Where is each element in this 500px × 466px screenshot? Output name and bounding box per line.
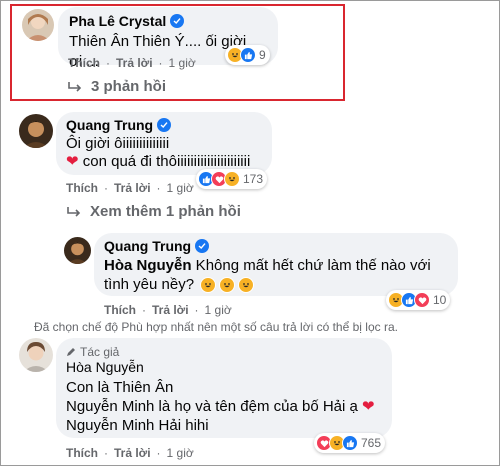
view-more-replies-link[interactable]: Xem thêm 1 phản hồi — [66, 203, 241, 220]
comment-text-line: Con là Thiên Ân — [66, 379, 174, 396]
reaction-count: 9 — [259, 48, 266, 62]
replies-count-label[interactable]: 3 phản hồi — [91, 78, 166, 95]
separator-dot: · — [158, 56, 163, 70]
commenter-name-text[interactable]: Hòa Nguyễn — [66, 359, 144, 375]
like-button[interactable]: Thích — [104, 303, 136, 317]
commenter-name[interactable]: Hòa Nguyễn — [66, 359, 144, 375]
commenter-name-text[interactable]: Pha Lê Crystal — [69, 13, 166, 29]
separator-dot: · — [194, 303, 199, 317]
reaction-summary[interactable]: 173 — [196, 169, 268, 189]
separator-dot: · — [106, 56, 110, 70]
commenter-name[interactable]: Quang Trung — [104, 238, 210, 254]
reaction-summary[interactable]: 9 — [225, 45, 270, 65]
reaction-summary[interactable]: 10 — [386, 290, 451, 310]
timestamp[interactable]: 1 giờ — [169, 56, 196, 70]
comment-text-line: Hòa Nguyễn Không mất hết chứ làm thế nào… — [104, 256, 431, 276]
like-reaction-icon — [240, 47, 256, 63]
timestamp[interactable]: 1 giờ — [167, 446, 194, 460]
comment-text-line2: tình yêu nềy? — [104, 276, 195, 293]
commenter-name[interactable]: Quang Trung — [66, 117, 172, 133]
commenter-name-text[interactable]: Quang Trung — [104, 238, 191, 254]
separator-dot: · — [156, 446, 161, 460]
reaction-summary[interactable]: 765 — [314, 433, 386, 453]
separator-dot: · — [104, 446, 108, 460]
comment-text-line: Nguyễn Minh là họ và tên đệm của bố Hải … — [66, 397, 375, 417]
comment-text-line2: con quá đi thôiiiiiiiiiiiiiiiiiiiiii — [82, 153, 251, 170]
love-reaction-icon — [414, 292, 430, 308]
avatar[interactable] — [19, 338, 53, 372]
timestamp[interactable]: 1 giờ — [167, 181, 194, 195]
reaction-count: 10 — [433, 293, 447, 307]
pen-icon — [67, 348, 75, 356]
verified-badge-icon — [170, 14, 185, 28]
comment-bubble: Quang Trung Hòa Nguyễn Không mất hết chứ… — [94, 233, 458, 296]
separator-dot: · — [104, 181, 108, 195]
separator-dot: · — [142, 303, 146, 317]
like-button[interactable]: Thích — [66, 181, 98, 195]
mention-link[interactable]: Hòa Nguyễn — [104, 257, 192, 274]
like-button[interactable]: Thích — [66, 446, 98, 460]
filter-note: Đã chọn chế độ Phù hợp nhất nên một số c… — [34, 320, 398, 334]
verified-badge-icon — [157, 118, 172, 132]
author-tag-label: Tác giả — [80, 345, 120, 359]
comment-actions: Thích · Trả lời · 1 giờ — [104, 303, 232, 317]
comment-actions: Thích · Trả lời · 1 giờ — [68, 56, 196, 70]
reply-button[interactable]: Trả lời — [152, 303, 189, 317]
like-button[interactable]: Thích — [68, 56, 100, 70]
comment-text-line: tình yêu nềy? — [104, 275, 255, 295]
commenter-name[interactable]: Pha Lê Crystal — [69, 13, 185, 29]
reply-arrow-icon — [67, 206, 81, 217]
reply-button[interactable]: Trả lời — [114, 446, 151, 460]
reaction-count: 765 — [361, 436, 382, 450]
comment-actions: Thích · Trả lời · 1 giờ — [66, 181, 194, 195]
reply-button[interactable]: Trả lời — [114, 181, 151, 195]
comment-bubble: Quang Trung Ôi giời ôiiiiiiiiiiiiii ❤ co… — [56, 112, 272, 175]
view-replies-link[interactable]: 3 phản hồi — [67, 78, 166, 95]
like-reaction-icon — [342, 435, 358, 451]
laughing-emoji-icon — [238, 277, 255, 293]
commenter-name-text[interactable]: Quang Trung — [66, 117, 153, 133]
timestamp[interactable]: 1 giờ — [205, 303, 232, 317]
avatar[interactable] — [22, 9, 54, 41]
separator-dot: · — [156, 181, 161, 195]
laughing-emoji-icon — [219, 277, 236, 293]
heart-emoji-icon: ❤ — [362, 398, 375, 415]
more-replies-label[interactable]: Xem thêm 1 phản hồi — [90, 203, 241, 220]
comment-bubble: Tác giả Hòa Nguyễn Con là Thiên Ân Nguyễ… — [56, 338, 392, 438]
comment-text-line: Nguyễn Minh Hải hihi — [66, 417, 209, 434]
author-tag: Tác giả — [66, 345, 119, 359]
comment-actions: Thích · Trả lời · 1 giờ — [66, 446, 194, 460]
comment-text-line2: Nguyễn Minh là họ và tên đệm của bố Hải … — [66, 398, 358, 415]
avatar[interactable] — [64, 237, 91, 264]
heart-emoji-icon: ❤ — [66, 153, 79, 170]
comment-text-line1: Không mất hết chứ làm thế nào với — [191, 257, 431, 274]
reply-button[interactable]: Trả lời — [116, 56, 153, 70]
laughing-emoji-icon — [200, 277, 217, 293]
avatar[interactable] — [19, 114, 53, 148]
comment-text-line: Ôi giời ôiiiiiiiiiiiiii — [66, 135, 170, 152]
verified-badge-icon — [195, 239, 210, 253]
haha-reaction-icon — [224, 171, 240, 187]
reaction-count: 173 — [243, 172, 264, 186]
reply-arrow-icon — [68, 81, 82, 92]
